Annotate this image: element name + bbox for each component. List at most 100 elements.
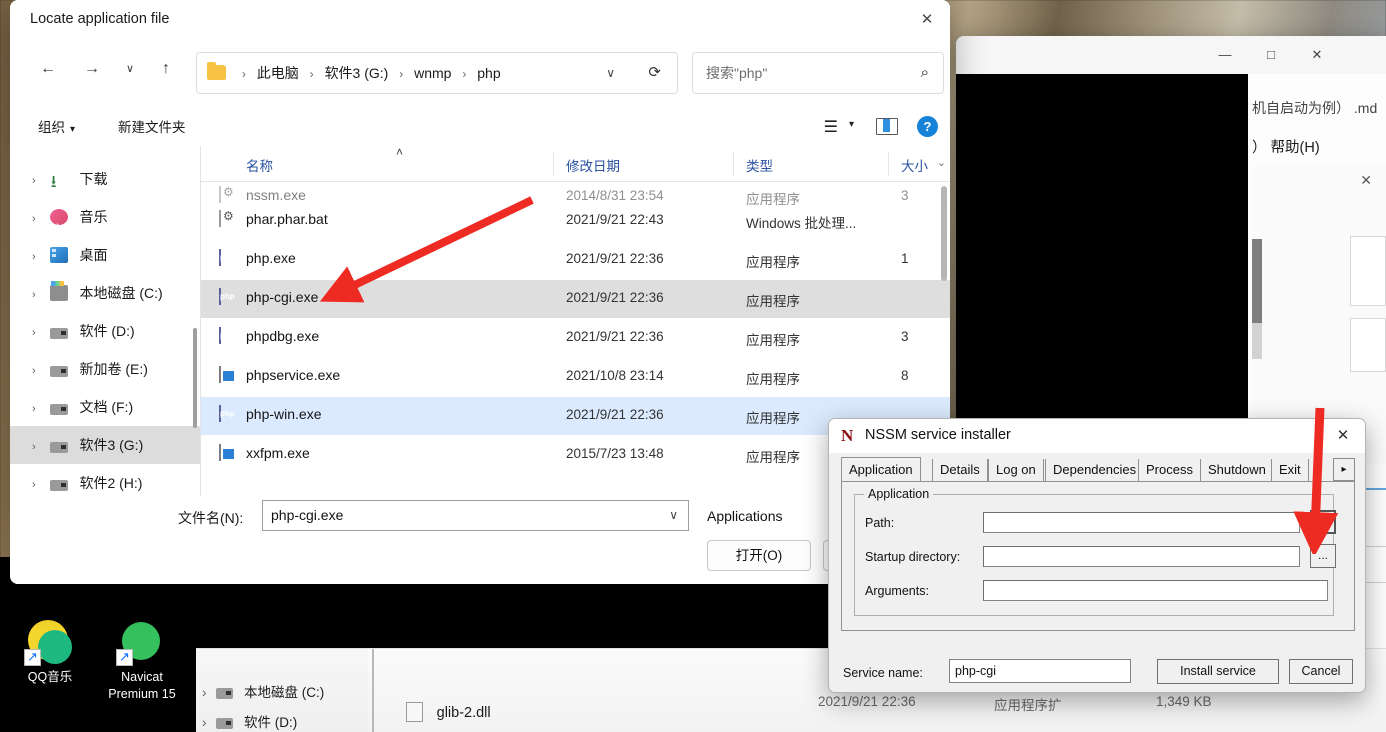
column-header-size[interactable]: 大小 (901, 155, 928, 175)
column-header-date[interactable]: 修改日期 (566, 155, 620, 175)
file-list-scrollbar[interactable] (941, 186, 947, 281)
sidebar-item-g-drive[interactable]: › 软件3 (G:) (10, 426, 200, 464)
bg-tree-item-c-drive[interactable]: › 本地磁盘 (C:) (202, 681, 324, 701)
sidebar-item-f-drive[interactable]: › 文档 (F:) (10, 388, 200, 426)
file-name: phar.phar.bat (246, 211, 328, 227)
chevron-right-icon[interactable]: › (32, 479, 36, 491)
install-service-button[interactable]: Install service (1157, 659, 1279, 684)
minimize-button[interactable]: — (1202, 36, 1248, 74)
exe-file-icon (219, 366, 221, 383)
nssm-title: NSSM service installer (865, 427, 1011, 443)
path-browse-button[interactable]: ... (1310, 510, 1336, 534)
tab-shutdown[interactable]: Shutdown (1200, 459, 1274, 481)
breadcrumb-item-this-pc[interactable]: 此电脑 (257, 65, 299, 81)
sidebar-item-e-drive[interactable]: › 新加卷 (E:) (10, 350, 200, 388)
tab-scroll-right-icon[interactable]: ▸ (1333, 458, 1355, 481)
chevron-down-icon[interactable]: ▾ (849, 119, 854, 130)
bg-tree-item-d-drive[interactable]: › 软件 (D:) (202, 711, 297, 731)
column-header-row: 名称 修改日期 类型 大小 ˄ (201, 146, 950, 182)
breadcrumb-item-wnmp[interactable]: wnmp (414, 65, 451, 81)
tab-log-on[interactable]: Log on (988, 459, 1044, 481)
help-icon[interactable]: ? (917, 116, 938, 137)
tab-process[interactable]: Process (1138, 459, 1201, 481)
nssm-service-installer-dialog[interactable]: N NSSM service installer ✕ Application D… (828, 418, 1366, 693)
navigation-pane[interactable]: › 下载 › 音乐 › 桌面 › 本地磁盘 (C:) › (10, 146, 200, 496)
column-divider[interactable] (888, 152, 889, 176)
chevron-down-icon[interactable]: ∨ (669, 501, 678, 530)
chevron-right-icon[interactable]: › (32, 289, 36, 301)
column-header-name[interactable]: 名称 (246, 155, 273, 175)
breadcrumb-separator: › (462, 67, 467, 81)
service-name-value: php-cgi (955, 664, 996, 678)
desktop-icon-navicat[interactable]: ↗ Navicat Premium 15 (96, 618, 188, 703)
chevron-right-icon[interactable]: › (32, 251, 36, 263)
up-button[interactable]: ↑ (150, 53, 182, 85)
organize-button[interactable]: 组织 ▾ (38, 116, 75, 136)
table-row[interactable]: phar.phar.bat 2021/9/21 22:43 Windows 批处… (201, 202, 950, 240)
sidebar-item-music[interactable]: › 音乐 (10, 198, 200, 245)
column-divider[interactable] (553, 152, 554, 176)
preview-pane-icon[interactable] (876, 118, 898, 135)
search-input[interactable]: 搜索"php" ⌕ (692, 52, 944, 94)
new-folder-button[interactable]: 新建文件夹 (118, 116, 186, 136)
maximize-button[interactable]: □ (1248, 36, 1294, 74)
scroll-up-icon[interactable]: ⌄ (937, 156, 946, 169)
bg-scrollbar-thumb[interactable] (1252, 239, 1262, 323)
sidebar-item-h-drive[interactable]: › 软件2 (H:) (10, 464, 200, 496)
locate-application-file-dialog[interactable]: Locate application file ✕ ← → ∨ ↑ › 此电脑 … (10, 0, 950, 584)
search-icon[interactable]: ⌕ (921, 53, 929, 93)
chevron-right-icon[interactable]: › (32, 403, 36, 415)
chevron-right-icon[interactable]: › (32, 365, 36, 377)
view-options-icon[interactable]: ☰ (824, 117, 838, 137)
chevron-right-icon: › (202, 715, 207, 730)
sidebar-item-label: 音乐 (79, 209, 108, 225)
sidebar-item-d-drive[interactable]: › 软件 (D:) (10, 312, 200, 350)
back-button[interactable]: ← (32, 53, 64, 85)
bg-inner-close-icon[interactable]: ✕ (1360, 172, 1372, 189)
recent-locations-button[interactable]: ∨ (114, 53, 146, 85)
table-row-php-cgi[interactable]: php-cgi.exe 2021/9/21 22:36 应用程序 (201, 280, 950, 318)
column-divider[interactable] (733, 152, 734, 176)
tab-dependencies[interactable]: Dependencies (1045, 459, 1145, 481)
chevron-right-icon[interactable]: › (32, 441, 36, 453)
table-row[interactable]: phpdbg.exe 2021/9/21 22:36 应用程序 3 (201, 319, 950, 357)
address-bar[interactable]: › 此电脑 › 软件3 (G:) › wnmp › php ∨ ⟳ (196, 52, 678, 94)
tab-application[interactable]: Application (841, 457, 921, 482)
arguments-input[interactable] (983, 580, 1328, 601)
close-icon[interactable]: ✕ (1321, 419, 1365, 453)
chevron-down-icon[interactable]: ∨ (606, 53, 615, 93)
tab-details[interactable]: Details (932, 459, 988, 481)
chevron-right-icon[interactable]: › (32, 213, 36, 225)
navicat-icon: ↗ (116, 618, 166, 666)
sidebar-item-downloads[interactable]: › 下载 (10, 160, 200, 201)
table-row[interactable]: php.exe 2021/9/21 22:36 应用程序 1 (201, 241, 950, 279)
bg-file-row[interactable]: glib-2.dll (406, 702, 491, 722)
nav-pane-scrollbar[interactable] (193, 328, 197, 428)
path-input[interactable] (983, 512, 1300, 533)
bg-file-type: 应用程序扩 (994, 698, 1062, 713)
table-row[interactable]: phpservice.exe 2021/10/8 23:14 应用程序 8 (201, 358, 950, 396)
breadcrumb-item-php[interactable]: php (477, 65, 500, 81)
forward-button[interactable]: → (76, 53, 108, 85)
cancel-button[interactable]: Cancel (1289, 659, 1353, 684)
service-name-input[interactable]: php-cgi (949, 659, 1131, 683)
filename-input[interactable]: php-cgi.exe ∨ (262, 500, 689, 531)
bg-tree-item-label: 本地磁盘 (C:) (244, 685, 325, 700)
breadcrumb-item-g-drive[interactable]: 软件3 (G:) (325, 65, 389, 81)
system-drive-icon (49, 281, 68, 301)
sidebar-item-c-drive[interactable]: › 本地磁盘 (C:) (10, 274, 200, 312)
desktop-icon-qq-music[interactable]: ↗ QQ音乐 (4, 618, 96, 686)
chevron-right-icon[interactable]: › (32, 327, 36, 339)
tab-exit[interactable]: Exit (1271, 459, 1309, 481)
startup-directory-input[interactable] (983, 546, 1300, 567)
file-name: phpservice.exe (246, 367, 341, 383)
chevron-right-icon[interactable]: › (32, 175, 36, 187)
startup-directory-browse-button[interactable]: ... (1310, 544, 1336, 568)
close-button[interactable]: ✕ (1294, 36, 1340, 74)
close-icon[interactable]: ✕ (904, 0, 950, 40)
column-header-type[interactable]: 类型 (746, 155, 773, 175)
file-type-filter[interactable]: Applications (707, 508, 783, 524)
refresh-icon[interactable]: ⟳ (648, 53, 661, 93)
sidebar-item-desktop[interactable]: › 桌面 (10, 236, 200, 274)
open-button[interactable]: 打开(O) (707, 540, 811, 571)
